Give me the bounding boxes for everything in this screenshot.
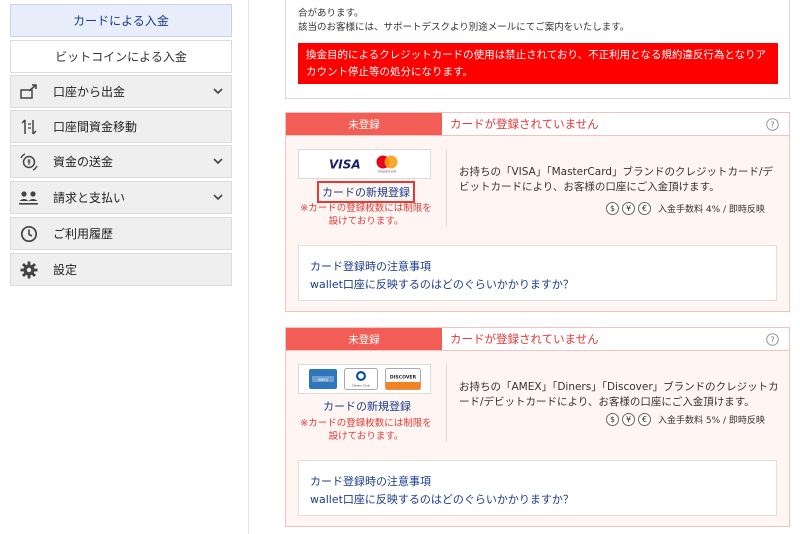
svg-text:Diners Club: Diners Club <box>352 384 369 388</box>
visa-logo: VISA <box>329 158 361 170</box>
euro-icon: € <box>638 202 651 215</box>
dollar-icon: $ <box>606 202 619 215</box>
fee-info: $ ¥ € 入金手数料 4% / 即時反映 <box>606 202 765 215</box>
card-status-text: カードが登録されていません <box>450 332 599 346</box>
sidebar-item-label: 口座間資金移動 <box>53 120 138 134</box>
sidebar-item-billing[interactable]: 請求と支払い <box>10 181 232 214</box>
notice-text: 合があります。 <box>298 8 364 19</box>
send-money-icon <box>19 152 39 171</box>
sidebar-item-label: 設定 <box>53 263 78 277</box>
svg-text:VISA: VISA <box>329 158 361 170</box>
card-status-text: カードが登録されていません <box>450 117 599 131</box>
svg-text:?: ? <box>770 120 774 129</box>
sidebar-item-label: 請求と支払い <box>53 191 126 205</box>
card-brand-logos: AMEX Diners Club DISCOVER <box>298 364 431 394</box>
faq-link[interactable]: カード登録時の注意事項 <box>310 258 431 274</box>
svg-text:mastercard: mastercard <box>377 170 395 174</box>
faq-box: カード登録時の注意事項 wallet口座に反映するのはどのぐらいかかりますか？ <box>298 245 777 301</box>
help-icon[interactable]: ? <box>763 328 781 350</box>
status-badge: 未登録 <box>286 328 442 350</box>
sidebar-item-label: 資金の送金 <box>53 155 114 169</box>
card-description: お持ちの「AMEX」「Diners」「Discover」ブランドのクレジットカー… <box>459 381 779 408</box>
sidebar-item-label: ご利用履歴 <box>53 227 114 241</box>
svg-text:DISCOVER: DISCOVER <box>389 375 416 381</box>
sidebar-item-withdraw[interactable]: 口座から出金 <box>10 75 232 108</box>
fee-text: 入金手数料 5% / 即時反映 <box>658 416 765 426</box>
fee-text: 入金手数料 4% / 即時反映 <box>658 205 765 215</box>
notice-panel: 合があります。 該当のお客様には、サポートデスクより別途メールにてご案内をいたし… <box>285 0 790 99</box>
discover-logo: DISCOVER <box>384 368 421 390</box>
svg-text:?: ? <box>770 335 774 344</box>
withdraw-icon <box>19 83 39 101</box>
yen-icon: ¥ <box>622 202 635 215</box>
sidebar-item-card-deposit[interactable]: カードによる入金 <box>10 4 232 37</box>
help-icon[interactable]: ? <box>763 113 781 135</box>
users-icon <box>19 189 39 207</box>
card-limit-note: ※カードの登録枚数には制限を設けております。 <box>300 418 432 442</box>
euro-icon: € <box>638 413 651 426</box>
sidebar-item-history[interactable]: ご利用履歴 <box>10 217 232 250</box>
dollar-icon: $ <box>606 413 619 426</box>
notice-text: 該当のお客様には、サポートデスクより別途メールにてご案内をいたします。 <box>298 22 630 33</box>
card-brand-logos: VISA mastercard <box>298 149 431 179</box>
sidebar-item-label: カードによる入金 <box>73 14 169 28</box>
sidebar-item-settings[interactable]: 設定 <box>10 253 232 286</box>
register-card-link[interactable]: カードの新規登録 <box>317 181 415 203</box>
divider <box>446 364 447 442</box>
yen-icon: ¥ <box>622 413 635 426</box>
status-badge: 未登録 <box>286 113 442 135</box>
sidebar: カードによる入金 ビットコインによる入金 口座から出金 口座間資金移動 資金の送… <box>0 0 249 534</box>
faq-link[interactable]: カード登録時の注意事項 <box>310 473 431 489</box>
faq-box: カード登録時の注意事項 wallet口座に反映するのはどのぐらいかかりますか？ <box>298 460 777 516</box>
faq-link[interactable]: wallet口座に反映するのはどのぐらいかかりますか？ <box>310 276 574 292</box>
card-panel-visa: 未登録 カードが登録されていません ? VISA mastercard カードの… <box>285 112 790 312</box>
sidebar-item-bitcoin-deposit[interactable]: ビットコインによる入金 <box>10 40 232 73</box>
sidebar-item-transfer[interactable]: 口座間資金移動 <box>10 110 232 143</box>
divider <box>446 149 447 227</box>
svg-text:AMEX: AMEX <box>317 378 328 382</box>
faq-link[interactable]: wallet口座に反映するのはどのぐらいかかりますか？ <box>310 491 574 507</box>
chevron-down-icon <box>213 85 223 99</box>
gear-icon <box>19 261 39 279</box>
card-description: お持ちの「VISA」「MasterCard」ブランドのクレジットカード/デビット… <box>459 166 774 193</box>
mastercard-logo: mastercard <box>376 155 397 174</box>
register-card-link[interactable]: カードの新規登録 <box>323 398 411 414</box>
card-limit-note: ※カードの登録枚数には制限を設けております。 <box>300 203 432 227</box>
amex-logo: AMEX <box>308 369 337 389</box>
chevron-down-icon <box>213 191 223 205</box>
diners-logo: Diners Club <box>343 368 378 390</box>
sidebar-item-label: ビットコインによる入金 <box>55 50 187 64</box>
history-icon <box>19 225 39 243</box>
warning-banner: 換金目的によるクレジットカードの使用は禁止されており、不正利用となる規約違反行為… <box>298 43 778 84</box>
transfer-icon <box>19 118 39 136</box>
chevron-down-icon <box>213 155 223 169</box>
fee-info: $ ¥ € 入金手数料 5% / 即時反映 <box>606 413 765 426</box>
card-panel-amex: 未登録 カードが登録されていません ? AMEX Diners Club DIS… <box>285 327 790 527</box>
sidebar-item-send-money[interactable]: 資金の送金 <box>10 145 232 178</box>
sidebar-item-label: 口座から出金 <box>53 85 126 99</box>
